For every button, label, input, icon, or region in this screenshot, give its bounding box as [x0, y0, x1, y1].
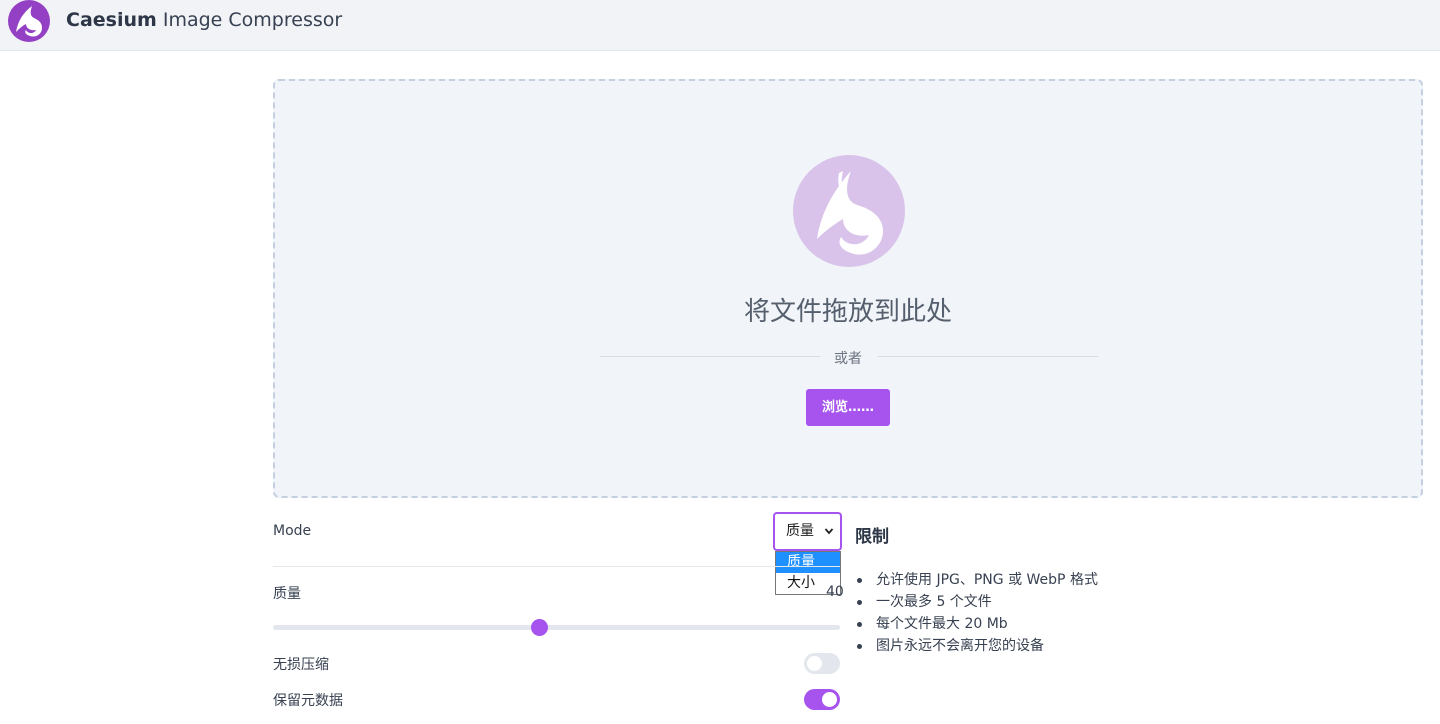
limit-item: 一次最多 5 个文件	[855, 591, 1098, 613]
settings-divider	[273, 566, 840, 567]
or-text: 或者	[834, 351, 862, 367]
toggle-knob	[822, 692, 837, 707]
limits-title: 限制	[855, 527, 889, 547]
caesium-bird-icon	[793, 155, 905, 267]
mode-option-quality[interactable]: 质量	[776, 552, 840, 573]
keep-metadata-toggle[interactable]	[804, 689, 840, 710]
limit-item: 每个文件最大 20 Mb	[855, 613, 1098, 635]
drop-title: 将文件拖放到此处	[743, 297, 952, 327]
limit-item: 允许使用 JPG、PNG 或 WebP 格式	[855, 569, 1098, 591]
keep-metadata-label: 保留元数据	[273, 693, 343, 709]
app-header: Caesium Image Compressor	[0, 0, 1440, 51]
mode-selected-value: 质量	[786, 523, 814, 539]
quality-slider-thumb[interactable]	[530, 619, 548, 636]
toggle-knob	[807, 656, 822, 671]
limits-list: 允许使用 JPG、PNG 或 WebP 格式 一次最多 5 个文件 每个文件最大…	[855, 569, 1098, 657]
quality-slider-track[interactable]	[273, 625, 840, 630]
browse-button[interactable]: 浏览……	[806, 389, 890, 426]
lossless-label: 无损压缩	[273, 657, 329, 673]
lossless-toggle[interactable]	[804, 653, 840, 674]
quality-value: 40	[826, 584, 844, 600]
or-divider-right	[878, 356, 1098, 357]
limit-item: 图片永远不会离开您的设备	[855, 635, 1098, 657]
caesium-logo-icon	[8, 0, 50, 42]
mode-select[interactable]: 质量	[773, 512, 842, 551]
quality-label: 质量	[273, 586, 301, 602]
mode-label: Mode	[273, 523, 312, 539]
app-title: Caesium Image Compressor	[66, 9, 343, 31]
file-dropzone[interactable]: 将文件拖放到此处 或者 浏览……	[273, 79, 1423, 498]
